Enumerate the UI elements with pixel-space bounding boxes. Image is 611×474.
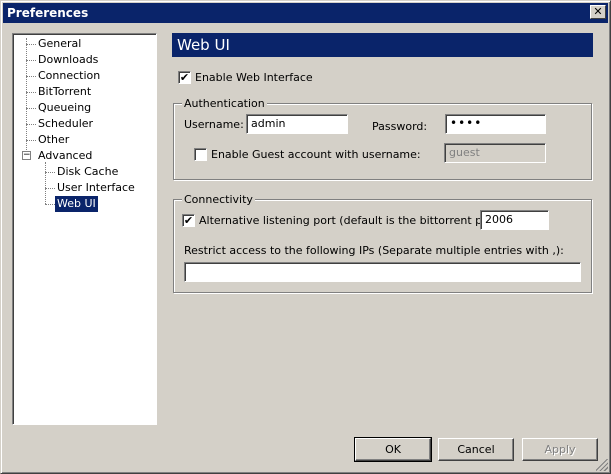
tree-connector [26,124,36,125]
alt-port-input[interactable]: 2006 [480,210,549,230]
preferences-window: Preferences ✕ − General Downloads Connec… [0,0,611,474]
tree-connector [26,76,36,77]
tree-item-disk-cache[interactable]: Disk Cache [55,164,120,180]
collapse-icon[interactable]: − [22,151,31,160]
password-input[interactable]: •••• [445,114,546,134]
window-title: Preferences [7,6,89,20]
enable-webui-label: Enable Web Interface [195,71,313,84]
username-label: Username: [184,118,244,131]
category-tree[interactable]: − General Downloads Connection BitTorren… [12,33,157,425]
restrict-ips-label: Restrict access to the following IPs (Se… [184,244,564,257]
tree-connector [26,44,36,45]
cancel-button[interactable]: Cancel [438,438,514,461]
tree-connector [26,108,36,109]
alt-port-label: Alternative listening port (default is t… [199,214,506,227]
page-title: Web UI [172,33,593,57]
tree-connector [45,188,55,189]
title-bar[interactable]: Preferences [3,3,608,23]
apply-button[interactable]: Apply [522,438,598,461]
authentication-group-title: Authentication [182,97,267,111]
tree-connector [45,204,55,205]
alt-port-checkbox[interactable]: ✔ [182,214,195,227]
tree-connector [26,60,36,61]
ok-button[interactable]: OK [354,437,432,462]
tree-item-user-interface[interactable]: User Interface [55,180,137,196]
username-input[interactable]: admin [246,114,348,134]
tree-item-scheduler[interactable]: Scheduler [36,116,95,132]
guest-username-input[interactable]: guest [444,143,546,163]
tree-item-general[interactable]: General [36,36,83,52]
tree-connector [45,172,55,173]
tree-connector [26,38,27,156]
tree-item-queueing[interactable]: Queueing [36,100,93,116]
tree-item-downloads[interactable]: Downloads [36,52,100,68]
restrict-ips-input[interactable] [184,262,581,282]
tree-connector [26,140,36,141]
password-label: Password: [372,120,428,133]
resize-grip-icon[interactable] [596,459,608,471]
tree-connector [45,162,46,204]
connectivity-group-title: Connectivity [182,193,255,207]
tree-item-bittorrent[interactable]: BitTorrent [36,84,93,100]
enable-guest-label: Enable Guest account with username: [211,148,421,161]
enable-guest-checkbox[interactable] [194,148,207,161]
tree-item-connection[interactable]: Connection [36,68,102,84]
tree-item-advanced[interactable]: Advanced [36,148,94,164]
tree-item-other[interactable]: Other [36,132,71,148]
enable-webui-checkbox[interactable]: ✔ [178,71,191,84]
tree-connector [26,92,36,93]
tree-item-web-ui[interactable]: Web UI [55,196,98,212]
close-icon[interactable]: ✕ [590,5,606,19]
